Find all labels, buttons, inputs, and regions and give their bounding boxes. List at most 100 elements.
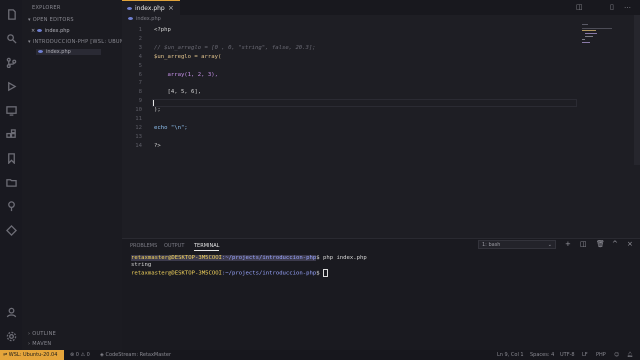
line-number: 13: [135, 133, 142, 140]
prompt-user: retaxmaster@DESKTOP-3M5COOI: [131, 270, 222, 277]
tab-close-icon[interactable]: ×: [168, 4, 174, 12]
editor-scrollbar[interactable]: [634, 15, 640, 165]
folder-icon[interactable]: [5, 176, 17, 188]
close-icon[interactable]: ×: [31, 28, 35, 34]
open-editors-title: OPEN EDITORS: [32, 17, 74, 23]
error-count: 0: [75, 352, 79, 358]
open-editors-header[interactable]: ▾ OPEN EDITORS: [28, 17, 74, 23]
terminal-select-value: 1: bash: [482, 242, 501, 248]
remote-explorer-icon[interactable]: [5, 104, 17, 116]
tab-output[interactable]: OUTPUT: [164, 243, 184, 249]
project-folder-header[interactable]: ▾ INTRODUCCION-PHP [WSL: UBUNTU...: [28, 39, 137, 45]
tab-index-php[interactable]: index.php ×: [122, 0, 180, 15]
code-line[interactable]: [4, 5, 6],: [154, 89, 201, 95]
open-editor-item[interactable]: × index.php: [31, 28, 70, 34]
maven-title: MAVEN: [32, 341, 52, 347]
activity-bar: [0, 0, 22, 350]
outline-header[interactable]: › OUTLINE: [28, 331, 56, 337]
more-actions-icon[interactable]: …: [624, 2, 631, 10]
code-line[interactable]: array(1, 2, 3),: [154, 72, 218, 78]
line-number: 5: [138, 62, 142, 69]
tab-problems[interactable]: PROBLEMS: [130, 243, 157, 249]
feedback-icon[interactable]: ☺: [614, 350, 619, 360]
settings-gear-icon[interactable]: [5, 330, 17, 342]
close-panel-icon[interactable]: ×: [627, 240, 633, 248]
code-line[interactable]: );: [154, 107, 161, 113]
maximize-panel-icon[interactable]: ^: [612, 240, 618, 248]
code-editor[interactable]: index.php 1 <?php 2 3 // $un_arreglo = [0 , …: [122, 15, 640, 238]
terminal-select[interactable]: 1: bash ⌄: [478, 240, 556, 249]
explorer-title: EXPLORER: [32, 5, 61, 11]
files-icon[interactable]: [5, 8, 17, 20]
code-line[interactable]: // $un_arreglo = [0 , 0, "string", false…: [154, 45, 316, 51]
tab-bar: [122, 0, 640, 15]
maven-header[interactable]: › MAVEN: [28, 341, 51, 347]
terminal-output: string: [131, 262, 152, 268]
split-right-icon[interactable]: ▯: [610, 3, 614, 11]
line-number: 2: [138, 35, 142, 42]
indentation[interactable]: Spaces: 4: [530, 350, 554, 360]
trash-icon[interactable]: 🗑︎: [596, 240, 605, 248]
terminal-line-3[interactable]: retaxmaster@DESKTOP-3M5COOI:~/projects/i…: [131, 269, 328, 277]
line-number: 9: [138, 98, 142, 105]
split-editor-icon[interactable]: ◫: [576, 3, 583, 11]
terminal-command: $ php index.php: [316, 255, 367, 261]
open-editor-filename: index.php: [44, 28, 70, 34]
terminal-cursor: [322, 269, 328, 277]
warning-count: 0: [86, 352, 90, 358]
text-cursor: [153, 100, 154, 106]
breadcrumb[interactable]: index.php: [128, 16, 161, 22]
line-number: 3: [138, 44, 142, 51]
code-line[interactable]: <?php: [154, 27, 171, 33]
code-line[interactable]: echo "\n";: [154, 125, 188, 131]
prompt-path: :~/projects/introduccion-php: [221, 270, 317, 277]
notifications-icon[interactable]: 🔔︎: [627, 350, 633, 360]
new-terminal-icon[interactable]: +: [565, 240, 571, 248]
prompt-user: retaxmaster@DESKTOP-3M5COOI: [131, 255, 222, 261]
php-file-icon: [127, 7, 132, 10]
bookmark-icon[interactable]: [5, 152, 17, 164]
warning-icon: ⚠: [80, 352, 86, 358]
language-mode[interactable]: PHP: [596, 350, 606, 360]
tab-terminal[interactable]: TERMINAL: [194, 243, 220, 251]
error-icon: ⊗: [70, 352, 75, 358]
split-terminal-icon[interactable]: ◫: [580, 240, 587, 248]
source-control-icon[interactable]: [5, 56, 17, 68]
remote-indicator[interactable]: ⇌ WSL: Ubuntu-20.04: [0, 350, 64, 360]
sidebar-explorer: EXPLORER ▾ OPEN EDITORS × index.php ▾ IN…: [22, 0, 137, 350]
tree-icon[interactable]: [5, 200, 17, 212]
search-icon[interactable]: [5, 32, 17, 44]
problems-indicator[interactable]: ⊗ 0 ⚠ 0: [70, 350, 90, 360]
remote-icon: ⇌: [3, 352, 8, 358]
line-number: 7: [138, 80, 142, 87]
code-line[interactable]: $un_arreglo = array(: [154, 54, 221, 60]
php-file-icon: [36, 29, 42, 32]
minimap[interactable]: [582, 23, 622, 53]
encoding[interactable]: UTF-8: [560, 350, 575, 360]
breadcrumb-file: index.php: [136, 16, 161, 22]
codestream-status[interactable]: ◈ CodeStream: RetaxMaster: [100, 350, 171, 360]
line-ending[interactable]: LF: [582, 350, 588, 360]
project-filename: index.php: [46, 49, 71, 55]
line-number: 8: [138, 89, 142, 96]
extensions-icon[interactable]: [5, 128, 17, 140]
php-file-icon: [38, 50, 43, 53]
code-line[interactable]: ?>: [154, 143, 161, 149]
project-file-item[interactable]: index.php: [36, 49, 101, 55]
outline-title: OUTLINE: [32, 331, 57, 337]
line-number: 11: [135, 116, 142, 122]
prompt-symbol: $: [316, 270, 320, 277]
gitlens-icon[interactable]: [5, 224, 17, 236]
cursor-position[interactable]: Ln 9, Col 1: [497, 350, 524, 360]
remote-label: WSL: Ubuntu-20.04: [8, 352, 58, 358]
terminal-line-1: retaxmaster@DESKTOP-3M5COOI:~/projects/i…: [131, 255, 367, 261]
account-icon[interactable]: [5, 306, 17, 318]
line-number: 4: [138, 53, 142, 60]
line-number: 10: [135, 107, 142, 114]
codestream-icon: ◈: [100, 352, 104, 358]
bottom-panel: PROBLEMS OUTPUT TERMINAL 1: bash ⌄ + ◫ 🗑︎…: [122, 238, 640, 351]
run-debug-icon[interactable]: [5, 80, 17, 92]
line-number: 6: [138, 71, 142, 78]
chevron-down-icon: ⌄: [547, 242, 552, 248]
php-file-icon: [128, 17, 133, 20]
